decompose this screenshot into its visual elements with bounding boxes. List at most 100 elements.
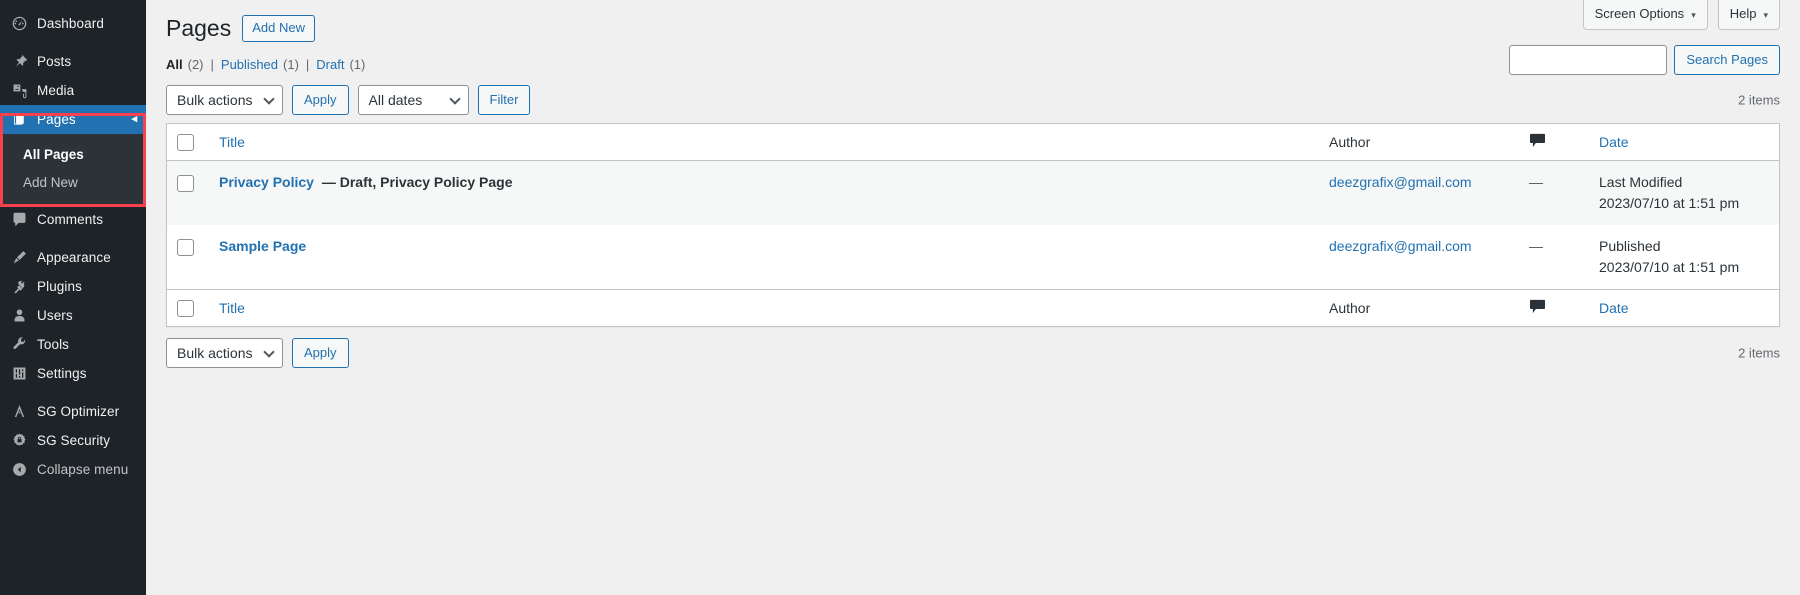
- date-value: 2023/07/10 at 1:51 pm: [1599, 258, 1740, 275]
- sidebar-item-tools[interactable]: Tools: [0, 330, 146, 359]
- author-link[interactable]: deezgrafix@gmail.com: [1329, 238, 1472, 254]
- sort-title-link-bottom[interactable]: Title: [219, 300, 245, 316]
- sidebar-item-dashboard[interactable]: Dashboard: [0, 9, 146, 38]
- menu-spacer: [0, 38, 146, 47]
- submenu-item-all-pages[interactable]: All Pages: [0, 141, 146, 169]
- bulk-actions-select-top[interactable]: Bulk actions: [166, 84, 283, 115]
- row-select-cell: [167, 224, 209, 289]
- page-title-link[interactable]: Privacy Policy: [219, 174, 314, 190]
- table-footer-row: Title Author Date: [167, 288, 1779, 326]
- admin-sidebar: Dashboard Posts Media Pages ◂ All Pages …: [0, 0, 146, 595]
- apply-button-bottom[interactable]: Apply: [292, 337, 349, 368]
- select-all-header: [167, 123, 209, 161]
- sidebar-item-settings[interactable]: Settings: [0, 359, 146, 388]
- items-count-top: 2 items: [1738, 92, 1780, 108]
- sidebar-item-plugins[interactable]: Plugins: [0, 272, 146, 301]
- sg-optimizer-icon: [9, 402, 29, 422]
- apply-button-top[interactable]: Apply: [292, 84, 349, 115]
- pages-icon: [9, 110, 29, 130]
- sidebar-item-label: Appearance: [37, 249, 111, 265]
- sidebar-item-pages[interactable]: Pages ◂: [0, 105, 146, 134]
- date-label: Published: [1599, 237, 1661, 254]
- filter-all[interactable]: All: [166, 56, 183, 74]
- search-pages-form: Search Pages: [1509, 45, 1780, 75]
- pages-list-table: Title Author Date Privacy Policy — Draft…: [166, 122, 1780, 327]
- sidebar-item-label: Comments: [37, 211, 104, 227]
- sort-title-link[interactable]: Title: [219, 134, 245, 150]
- column-header-date[interactable]: Date: [1589, 123, 1779, 161]
- screen-options-button[interactable]: Screen Options ▾: [1582, 0, 1708, 30]
- row-checkbox[interactable]: [177, 174, 194, 192]
- screen-options-label: Screen Options: [1594, 6, 1685, 21]
- row-select-cell: [167, 160, 209, 225]
- row-title-cell: Sample Page: [209, 224, 1319, 289]
- sidebar-item-users[interactable]: Users: [0, 301, 146, 330]
- comment-icon: [9, 210, 29, 230]
- filter-published[interactable]: Published: [221, 56, 278, 74]
- page-title: Pages: [166, 15, 232, 41]
- column-header-title[interactable]: Title: [209, 123, 1319, 161]
- filter-button[interactable]: Filter: [477, 84, 531, 115]
- comments-count: —: [1529, 237, 1543, 254]
- sort-date-link-bottom[interactable]: Date: [1599, 300, 1629, 316]
- wrench-icon: [9, 335, 29, 355]
- sidebar-item-media[interactable]: Media: [0, 76, 146, 105]
- row-date-cell: Published 2023/07/10 at 1:51 pm: [1589, 224, 1779, 289]
- page-title-link[interactable]: Sample Page: [219, 238, 306, 254]
- filter-separator: |: [210, 56, 214, 72]
- sidebar-item-appearance[interactable]: Appearance: [0, 243, 146, 272]
- row-author-cell: deezgrafix@gmail.com: [1319, 224, 1519, 289]
- author-link[interactable]: deezgrafix@gmail.com: [1329, 174, 1472, 190]
- filter-published-count: (1): [283, 56, 299, 72]
- sidebar-item-posts[interactable]: Posts: [0, 47, 146, 76]
- sidebar-item-comments[interactable]: Comments: [0, 205, 146, 234]
- help-button[interactable]: Help ▾: [1717, 0, 1780, 30]
- bulk-actions-label: Bulk actions: [177, 344, 253, 361]
- sidebar-item-label: SG Optimizer: [37, 403, 120, 419]
- items-count-bottom: 2 items: [1738, 345, 1780, 361]
- screen-meta-links: Screen Options ▾ Help ▾: [1582, 0, 1780, 30]
- row-checkbox[interactable]: [177, 238, 194, 256]
- pages-submenu: All Pages Add New: [0, 134, 146, 205]
- sidebar-item-label: Pages: [37, 111, 76, 127]
- date-filter-label: All dates: [368, 91, 423, 108]
- submenu-item-add-new[interactable]: Add New: [0, 169, 146, 197]
- collapse-menu-button[interactable]: Collapse menu: [0, 455, 146, 484]
- filter-all-count: (2): [187, 56, 204, 72]
- menu-spacer: [0, 388, 146, 397]
- search-pages-button[interactable]: Search Pages: [1674, 45, 1780, 75]
- add-new-button[interactable]: Add New: [242, 15, 315, 43]
- wordpress-admin-screen: Dashboard Posts Media Pages ◂ All Pages …: [0, 0, 1800, 595]
- date-label: Last Modified: [1599, 173, 1683, 190]
- sidebar-item-label: Posts: [37, 53, 72, 69]
- sidebar-item-label: Settings: [37, 365, 87, 381]
- row-author-cell: deezgrafix@gmail.com: [1319, 160, 1519, 225]
- table-body: Privacy Policy — Draft, Privacy Policy P…: [167, 160, 1779, 289]
- filter-draft[interactable]: Draft: [316, 56, 344, 74]
- row-comments-cell: —: [1519, 160, 1589, 225]
- author-footer-label: Author: [1329, 299, 1371, 316]
- date-filter-select[interactable]: All dates: [357, 84, 469, 115]
- menu-spacer: [0, 234, 146, 243]
- page-state: — Draft, Privacy Policy Page: [321, 173, 513, 190]
- sidebar-item-sg-security[interactable]: SG Security: [0, 426, 146, 455]
- comment-bubble-icon: [1529, 133, 1546, 151]
- column-footer-title[interactable]: Title: [209, 288, 1319, 326]
- plug-icon: [9, 277, 29, 297]
- help-label: Help: [1729, 6, 1757, 21]
- select-all-checkbox-top[interactable]: [177, 133, 194, 151]
- filter-draft-count: (1): [349, 56, 366, 72]
- collapse-arrow-icon: [9, 460, 29, 480]
- select-all-checkbox-bottom[interactable]: [177, 299, 194, 317]
- sidebar-item-label: Users: [37, 307, 73, 323]
- bulk-actions-select-bottom[interactable]: Bulk actions: [166, 337, 283, 368]
- sidebar-item-label: Media: [37, 82, 75, 98]
- sidebar-item-sg-optimizer[interactable]: SG Optimizer: [0, 397, 146, 426]
- column-footer-author: Author: [1319, 288, 1519, 326]
- page-state: [306, 238, 310, 254]
- pin-icon: [9, 52, 29, 72]
- column-footer-date[interactable]: Date: [1589, 288, 1779, 326]
- sort-date-link[interactable]: Date: [1599, 134, 1629, 150]
- column-footer-comments: [1519, 288, 1589, 326]
- search-input[interactable]: [1509, 45, 1668, 75]
